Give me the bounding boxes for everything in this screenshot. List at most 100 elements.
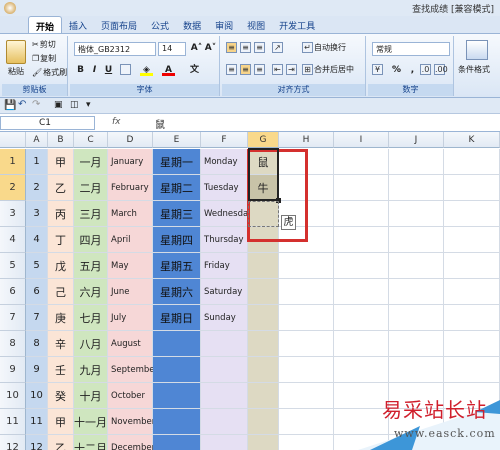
row-header[interactable]: 2: [0, 175, 26, 201]
column-header[interactable]: F: [201, 132, 248, 148]
tab-developer[interactable]: 开发工具: [272, 16, 322, 33]
font-color-button[interactable]: A: [162, 64, 175, 76]
cell[interactable]: [444, 253, 500, 279]
cell[interactable]: [444, 357, 500, 383]
row-header[interactable]: 1: [0, 149, 26, 175]
cell[interactable]: [201, 383, 248, 409]
cell[interactable]: 星期一: [153, 149, 201, 175]
cell[interactable]: 辛: [48, 331, 74, 357]
cell[interactable]: July: [108, 305, 153, 331]
cell[interactable]: [201, 331, 248, 357]
cell[interactable]: 星期四: [153, 227, 201, 253]
row-header[interactable]: 8: [0, 331, 26, 357]
cell[interactable]: [334, 357, 389, 383]
number-format-select[interactable]: 常规: [372, 42, 450, 56]
cell[interactable]: [279, 305, 334, 331]
cell[interactable]: [201, 409, 248, 435]
cell[interactable]: 星期六: [153, 279, 201, 305]
row-header[interactable]: 5: [0, 253, 26, 279]
cell[interactable]: 八月: [74, 331, 108, 357]
cell[interactable]: [334, 227, 389, 253]
redo-icon[interactable]: ↷: [32, 99, 40, 110]
cell[interactable]: 乙: [48, 175, 74, 201]
cell[interactable]: [334, 201, 389, 227]
border-button[interactable]: [120, 64, 131, 75]
cell[interactable]: 九月: [74, 357, 108, 383]
cell[interactable]: [444, 331, 500, 357]
row-header[interactable]: 10: [0, 383, 26, 409]
cell[interactable]: [153, 383, 201, 409]
cell[interactable]: [444, 175, 500, 201]
cell[interactable]: [279, 279, 334, 305]
cell[interactable]: [444, 149, 500, 175]
cell[interactable]: 甲: [48, 149, 74, 175]
cell[interactable]: 甲: [48, 409, 74, 435]
fx-icon[interactable]: fx: [112, 117, 121, 127]
cell[interactable]: [201, 435, 248, 450]
save-icon[interactable]: 💾: [4, 100, 16, 111]
cell[interactable]: 3: [26, 201, 48, 227]
column-header[interactable]: H: [279, 132, 334, 148]
shrink-font-button[interactable]: A˅: [204, 42, 217, 54]
cell[interactable]: 7: [26, 305, 48, 331]
cell[interactable]: 二月: [74, 175, 108, 201]
tab-view[interactable]: 视图: [240, 16, 272, 33]
tab-data[interactable]: 数据: [176, 16, 208, 33]
preview-icon[interactable]: ◫: [70, 100, 79, 110]
merge-center-button[interactable]: ⊞ 合并后居中: [302, 64, 354, 75]
cell[interactable]: 星期二: [153, 175, 201, 201]
cell[interactable]: [279, 331, 334, 357]
font-size-select[interactable]: 14: [158, 42, 186, 56]
align-bottom-button[interactable]: ≡: [254, 42, 265, 53]
cell[interactable]: [248, 279, 279, 305]
cell[interactable]: [248, 357, 279, 383]
tab-formulas[interactable]: 公式: [144, 16, 176, 33]
column-header[interactable]: B: [48, 132, 74, 148]
align-top-button[interactable]: ≡: [226, 42, 237, 53]
column-header[interactable]: C: [74, 132, 108, 148]
fill-color-button[interactable]: ◈: [140, 64, 153, 76]
column-header[interactable]: I: [334, 132, 389, 148]
cell[interactable]: 丁: [48, 227, 74, 253]
cell[interactable]: 六月: [74, 279, 108, 305]
align-center-button[interactable]: ≡: [240, 64, 251, 75]
cell[interactable]: 戊: [48, 253, 74, 279]
format-painter-button[interactable]: 🖌 格式刷: [32, 67, 67, 78]
cell[interactable]: [279, 383, 334, 409]
column-header[interactable]: D: [108, 132, 153, 148]
cell[interactable]: 12: [26, 435, 48, 450]
tab-page-layout[interactable]: 页面布局: [94, 16, 144, 33]
formula-input[interactable]: 鼠: [155, 116, 165, 131]
undo-icon[interactable]: ↶: [18, 99, 26, 110]
cell[interactable]: [248, 435, 279, 450]
cell[interactable]: 星期三: [153, 201, 201, 227]
cell[interactable]: [279, 357, 334, 383]
grow-font-button[interactable]: A˄: [190, 42, 203, 54]
cell[interactable]: 三月: [74, 201, 108, 227]
cell[interactable]: [279, 409, 334, 435]
cell[interactable]: Thursday: [201, 227, 248, 253]
cell[interactable]: [248, 331, 279, 357]
align-right-button[interactable]: ≡: [254, 64, 265, 75]
cell[interactable]: 1: [26, 149, 48, 175]
row-header[interactable]: 6: [0, 279, 26, 305]
conditional-format-icon[interactable]: [466, 40, 488, 60]
cell[interactable]: 七月: [74, 305, 108, 331]
cell[interactable]: [153, 409, 201, 435]
cell[interactable]: October: [108, 383, 153, 409]
cell[interactable]: Friday: [201, 253, 248, 279]
cell[interactable]: [389, 201, 444, 227]
cell[interactable]: [389, 331, 444, 357]
cell[interactable]: [279, 435, 334, 450]
column-header[interactable]: K: [444, 132, 500, 148]
phonetic-button[interactable]: 文: [188, 64, 201, 76]
cell[interactable]: 庚: [48, 305, 74, 331]
cell[interactable]: [389, 357, 444, 383]
cell[interactable]: [334, 253, 389, 279]
copy-button[interactable]: ❐ 复制: [32, 53, 56, 64]
decrease-indent-button[interactable]: ⇤: [272, 64, 283, 75]
tab-review[interactable]: 审阅: [208, 16, 240, 33]
column-header[interactable]: E: [153, 132, 201, 148]
cell[interactable]: 星期五: [153, 253, 201, 279]
cell[interactable]: 5: [26, 253, 48, 279]
